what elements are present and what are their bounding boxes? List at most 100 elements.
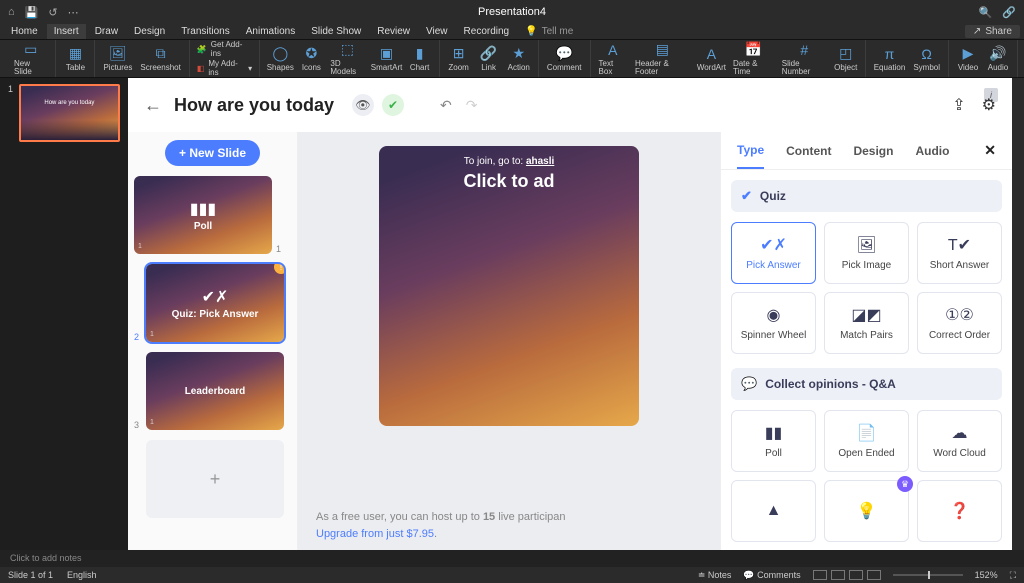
save-icon[interactable]: 💾 [25, 6, 39, 19]
menu-slideshow[interactable]: Slide Show [304, 24, 368, 39]
card-pick-answer[interactable]: ✔✗Pick Answer [731, 222, 816, 284]
chart-icon: ▮ [412, 46, 428, 62]
status-check[interactable]: ✔ [382, 94, 404, 116]
card-extra-3[interactable]: ❓ [917, 480, 1002, 542]
action-button[interactable]: ★Action [504, 40, 534, 77]
preview-slide[interactable]: To join, go to: ahasli Click to ad [379, 146, 639, 426]
new-slide-button[interactable]: + New Slide [165, 140, 260, 166]
close-panel-button[interactable]: ✕ [984, 142, 996, 169]
presentation-title[interactable]: How are you today [174, 95, 334, 116]
card-extra-2[interactable]: ♛💡 [824, 480, 909, 542]
export-button[interactable]: ⇪ [952, 95, 965, 115]
undo-button[interactable]: ↶ [440, 97, 452, 114]
pp-slide-thumbnail[interactable]: How are you today [19, 84, 120, 142]
scrollbar-v[interactable] [1012, 78, 1024, 550]
search-icon[interactable]: 🔍 [979, 6, 993, 19]
date-time-button[interactable]: 📅Date & Time [729, 40, 778, 77]
object-button[interactable]: ◰Object [831, 40, 861, 77]
check-circle-icon: ✔ [741, 188, 752, 204]
share-icon: ↗ [973, 26, 981, 37]
store-icon: 🧩 [197, 45, 207, 54]
card-open-ended[interactable]: 📄Open Ended [824, 410, 909, 472]
video-button[interactable]: ▶Video [953, 40, 983, 77]
menu-recording[interactable]: Recording [457, 24, 517, 39]
equation-button[interactable]: πEquation [870, 40, 910, 77]
slide-thumb-quiz[interactable]: ! ✔✗ Quiz: Pick Answer 1 [146, 264, 284, 342]
link-icon[interactable]: 🔗 [1002, 6, 1016, 19]
card-extra-1[interactable]: ▲ [731, 480, 816, 542]
card-spinner-wheel[interactable]: ◉Spinner Wheel [731, 292, 816, 354]
tab-audio[interactable]: Audio [915, 144, 949, 168]
slide-thumb-poll[interactable]: ▮▮▮ Poll 1 [134, 176, 272, 254]
chart-button[interactable]: ▮Chart [405, 40, 435, 77]
pictures-icon: 🖼 [110, 46, 126, 62]
my-addins-button[interactable]: ◧My Add-ins▾ [197, 59, 252, 77]
tab-design[interactable]: Design [853, 144, 893, 168]
comment-button[interactable]: 💬Comment [543, 40, 586, 77]
notes-pane[interactable]: Click to add notes [0, 550, 1024, 567]
upgrade-link[interactable]: Upgrade from just $7.95 [316, 528, 434, 540]
share-button[interactable]: ↗Share [965, 25, 1020, 38]
fit-button[interactable]: ⛶ [1010, 570, 1016, 581]
slide-preview: To join, go to: ahasli Click to ad As a … [298, 132, 720, 550]
home-icon[interactable]: ⌂ [8, 6, 15, 18]
menu-draw[interactable]: Draw [88, 24, 125, 39]
card-short-answer[interactable]: T✔Short Answer [917, 222, 1002, 284]
textbox-button[interactable]: AText Box [595, 40, 631, 77]
view-buttons[interactable] [813, 570, 881, 580]
smartart-button[interactable]: ▣SmartArt [368, 40, 404, 77]
card-poll[interactable]: ▮▮Poll [731, 410, 816, 472]
number-icon: # [796, 42, 812, 58]
card-word-cloud[interactable]: ☁Word Cloud [917, 410, 1002, 472]
menu-view[interactable]: View [419, 24, 455, 39]
slide-thumb-leaderboard[interactable]: Leaderboard 1 [146, 352, 284, 430]
preview-button[interactable]: 👁 [352, 94, 374, 116]
chat-icon: 💬 [741, 376, 757, 392]
add-slide-button[interactable]: + [146, 440, 284, 518]
tab-type[interactable]: Type [737, 143, 764, 169]
card-pick-image[interactable]: 🖼Pick Image [824, 222, 909, 284]
menu-review[interactable]: Review [370, 24, 417, 39]
undo-icon[interactable]: ↺ [48, 6, 57, 19]
3d-models-button[interactable]: ⬚3D Models [326, 40, 368, 77]
settings-button[interactable]: ⚙ [982, 95, 996, 115]
screenshot-button[interactable]: ⧉Screenshot [136, 40, 184, 77]
menu-insert[interactable]: Insert [47, 24, 86, 39]
menu-design[interactable]: Design [127, 24, 172, 39]
zoom-value[interactable]: 152% [975, 570, 998, 580]
addin-icon: ◧ [197, 64, 205, 73]
audio-button[interactable]: 🔊Audio [983, 40, 1013, 77]
language-indicator[interactable]: English [67, 570, 97, 580]
tab-content[interactable]: Content [786, 144, 831, 168]
pick-answer-icon: ✔✗ [760, 235, 787, 255]
quiz-icon: ✔✗ [202, 287, 229, 307]
notes-toggle[interactable]: ≐ Notes [698, 570, 732, 581]
wordart-button[interactable]: AWordArt [694, 40, 729, 77]
zoom-slider[interactable] [893, 574, 963, 576]
card-match-pairs[interactable]: ◪◩Match Pairs [824, 292, 909, 354]
tell-me[interactable]: 💡Tell me [518, 24, 580, 39]
link-button[interactable]: 🔗Link [474, 40, 504, 77]
redo-button[interactable]: ↷ [466, 97, 478, 114]
slide-number-button[interactable]: #Slide Number [778, 40, 831, 77]
back-button[interactable]: ← [144, 95, 162, 116]
menu-transitions[interactable]: Transitions [174, 24, 237, 39]
addin-panel: i ← How are you today 👁 ✔ ↶ ↷ ⇪ ⚙ [128, 78, 1012, 550]
menu-home[interactable]: Home [4, 24, 45, 39]
header-footer-button[interactable]: ▤Header & Footer [631, 40, 694, 77]
new-slide-button[interactable]: ▭New Slide [10, 40, 51, 77]
card-correct-order[interactable]: ①②Correct Order [917, 292, 1002, 354]
panel-tabs: Type Content Design Audio ✕ [721, 132, 1012, 170]
comments-toggle[interactable]: 💬 Comments [743, 570, 800, 581]
shapes-button[interactable]: ◯Shapes [264, 40, 296, 77]
symbol-button[interactable]: ΩSymbol [909, 40, 944, 77]
menu-animations[interactable]: Animations [239, 24, 302, 39]
crown-icon: ♛ [897, 476, 913, 492]
table-button[interactable]: ▦Table [60, 40, 90, 77]
pp-slide-number: 1 [8, 84, 16, 94]
zoom-button[interactable]: ⊞Zoom [444, 40, 474, 77]
pictures-button[interactable]: 🖼Pictures [99, 40, 136, 77]
icons-button[interactable]: ✪Icons [296, 40, 326, 77]
more-icon[interactable]: ⋯ [68, 6, 79, 19]
get-addins-button[interactable]: 🧩Get Add-ins [197, 40, 252, 58]
